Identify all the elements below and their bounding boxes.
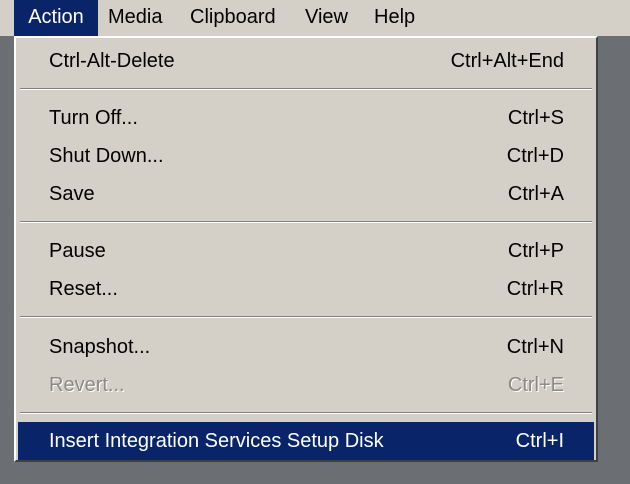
menu-view[interactable]: View <box>305 0 348 36</box>
menu-separator <box>20 221 592 223</box>
menu-separator <box>20 412 592 414</box>
menu-item-label: Snapshot... <box>49 336 151 358</box>
menu-item-label: Save <box>49 183 95 205</box>
menu-item-ctrl-alt-delete[interactable]: Ctrl-Alt-Delete Ctrl+Alt+End <box>18 42 594 80</box>
menu-item-pause[interactable]: Pause Ctrl+P <box>18 232 594 270</box>
menu-media[interactable]: Media <box>108 0 162 36</box>
menu-help[interactable]: Help <box>374 0 415 36</box>
menu-item-revert: Revert... Ctrl+E <box>18 366 594 404</box>
menu-item-shortcut: Ctrl+I <box>515 430 564 452</box>
menu-item-shortcut: Ctrl+D <box>506 145 564 167</box>
menu-clipboard[interactable]: Clipboard <box>190 0 276 36</box>
menu-item-label: Shut Down... <box>49 145 164 167</box>
menu-action[interactable]: Action <box>14 0 98 36</box>
menu-item-shortcut: Ctrl+E <box>507 374 564 396</box>
menu-item-shortcut: Ctrl+P <box>507 240 564 262</box>
menu-item-shortcut: Ctrl+R <box>506 278 564 300</box>
menu-item-label: Insert Integration Services Setup Disk <box>49 430 384 452</box>
action-dropdown-menu: Ctrl-Alt-Delete Ctrl+Alt+End Turn Off...… <box>14 36 598 462</box>
menu-item-reset[interactable]: Reset... Ctrl+R <box>18 270 594 308</box>
menu-separator <box>20 88 592 90</box>
menu-item-label: Revert... <box>49 374 125 396</box>
menu-separator <box>20 316 592 318</box>
menu-item-shortcut: Ctrl+S <box>507 107 564 129</box>
menu-item-shortcut: Ctrl+A <box>507 183 564 205</box>
menu-item-shut-down[interactable]: Shut Down... Ctrl+D <box>18 137 594 175</box>
menu-item-label: Reset... <box>49 278 118 300</box>
menu-item-label: Ctrl-Alt-Delete <box>49 50 175 72</box>
menu-item-shortcut: Ctrl+Alt+End <box>450 50 564 72</box>
menu-item-label: Pause <box>49 240 106 262</box>
menu-item-shortcut: Ctrl+N <box>506 336 564 358</box>
menu-item-turn-off[interactable]: Turn Off... Ctrl+S <box>18 99 594 137</box>
menu-item-insert-integration-services-setup-disk[interactable]: Insert Integration Services Setup Disk C… <box>18 422 594 460</box>
menu-item-label: Turn Off... <box>49 107 138 129</box>
menu-bar: Action Media Clipboard View Help <box>0 0 630 36</box>
menu-item-snapshot[interactable]: Snapshot... Ctrl+N <box>18 328 594 366</box>
menu-item-save[interactable]: Save Ctrl+A <box>18 175 594 213</box>
